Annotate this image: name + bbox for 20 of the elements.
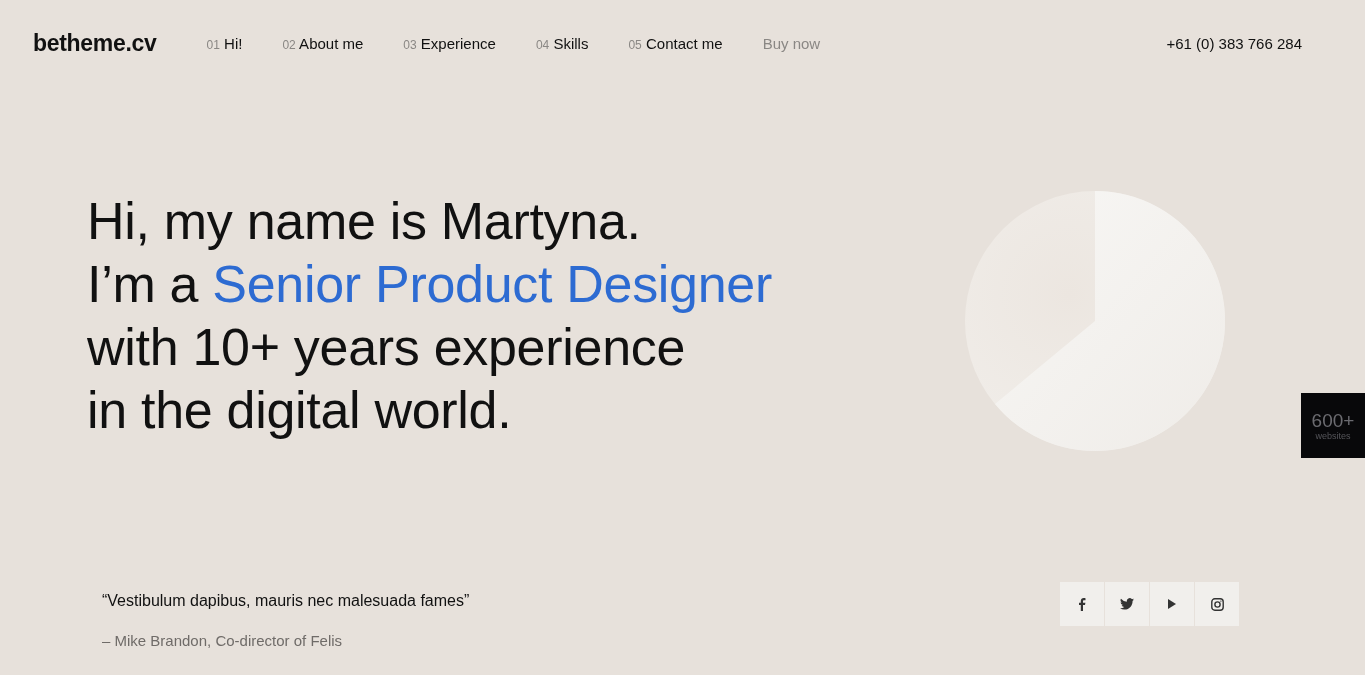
nav-link[interactable]: 02 About me <box>282 34 364 52</box>
twitter-icon <box>1120 598 1134 610</box>
instagram-button[interactable] <box>1195 582 1239 626</box>
twitter-button[interactable] <box>1105 582 1149 626</box>
quote-text: “Vestibulum dapibus, mauris nec malesuada fames” <box>102 592 470 610</box>
facebook-icon <box>1078 597 1086 611</box>
nav-link[interactable]: 03 Experience <box>403 34 496 52</box>
headline-line: with 10+ years experience <box>87 317 687 378</box>
nav-link[interactable]: 04 Skills <box>535 34 589 52</box>
quote-author: – Mike Brandon, Co-director of Felis <box>102 632 344 649</box>
nav-link[interactable]: 05 Contact me <box>628 34 723 52</box>
headline-line: in the digital world. <box>87 380 513 441</box>
nav-link[interactable]: 01 Hi! <box>206 34 243 52</box>
headline-line: Hi, my name is Martyna. <box>87 191 642 252</box>
headline-line: I’m a Senior Product Designer <box>87 254 772 315</box>
logo[interactable]: betheme.cv <box>33 29 157 57</box>
play-icon <box>1168 599 1176 609</box>
phone-number[interactable]: +61 (0) 383 766 284 <box>1166 34 1302 52</box>
websites-badge[interactable]: 600+ websites <box>1301 393 1365 458</box>
instagram-icon <box>1210 597 1224 611</box>
